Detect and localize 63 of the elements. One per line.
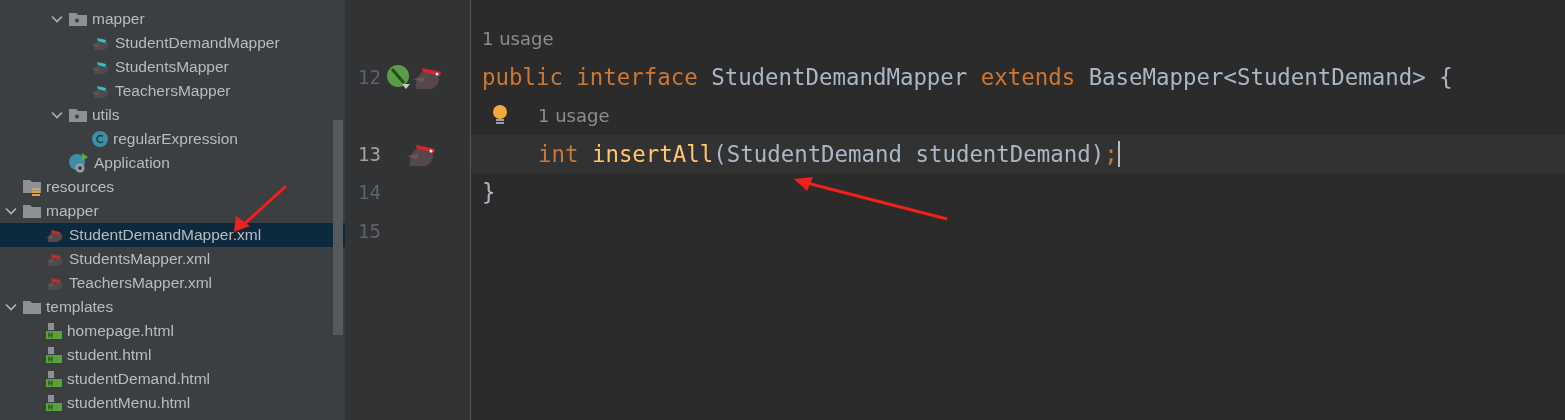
tree-item-label: Application — [94, 154, 170, 172]
html-file-icon — [45, 346, 63, 364]
tree-item-label: StudentDemandMapper.xml — [69, 226, 262, 244]
tree-item-label: templates — [46, 298, 114, 316]
tree-item[interactable]: regularExpression — [0, 127, 345, 151]
code-token: ; — [1104, 140, 1118, 167]
code-token: (StudentDemand studentDemand) — [713, 140, 1105, 167]
code-token: interface — [575, 63, 698, 90]
tree-item-label: StudentsMapper.xml — [69, 250, 211, 268]
implemented-icon[interactable] — [387, 63, 411, 90]
tree-item-label: regularExpression — [113, 130, 238, 148]
tree-item-label: homepage.html — [67, 322, 174, 340]
tree-item-label: TeachersMapper.xml — [69, 274, 212, 292]
tree-item[interactable]: TeachersMapper.xml — [0, 271, 345, 295]
code-token: int — [538, 140, 579, 167]
tree-item[interactable]: utils — [0, 103, 345, 127]
tree-item[interactable]: mapper — [0, 7, 345, 31]
tree-item[interactable]: studentDemand.html — [0, 367, 345, 391]
tree-item-label: studentDemand.html — [67, 370, 211, 388]
tree-item[interactable]: studentMenu.html — [0, 391, 345, 415]
tree-item-label: TeachersMapper — [115, 82, 231, 100]
tree-item[interactable]: student.html — [0, 343, 345, 367]
tree-item[interactable]: Application — [0, 151, 345, 175]
usage-hint[interactable]: 1 usage — [482, 27, 554, 49]
folder-icon — [22, 203, 42, 219]
tree-item[interactable]: TeachersMapper — [0, 79, 345, 103]
tree-item[interactable]: homepage.html — [0, 319, 345, 343]
tree-item[interactable]: StudentDemandMapper.xml — [0, 223, 345, 247]
html-file-icon — [45, 370, 63, 388]
scrollbar[interactable] — [333, 120, 343, 335]
tree-item-label: mapper — [92, 10, 145, 28]
usage-hint[interactable]: 1 usage — [538, 104, 610, 126]
package-icon — [68, 107, 88, 123]
html-file-icon — [45, 394, 63, 412]
tree-item-label: utils — [92, 106, 120, 124]
code-token: insertAll — [590, 140, 714, 167]
tree-item-label: studentMenu.html — [67, 394, 191, 412]
tree-item[interactable]: templates — [0, 295, 345, 319]
code-token: BaseMapper<StudentDemand> — [1087, 63, 1426, 90]
lightbulb-icon[interactable] — [492, 104, 508, 127]
code-token: { — [1438, 63, 1453, 90]
tree-item-label: mapper — [46, 202, 99, 220]
class-icon — [91, 130, 109, 148]
tree-item-label: StudentsMapper — [115, 58, 229, 76]
code-token: } — [482, 179, 496, 206]
package-icon — [68, 11, 88, 27]
tree-item[interactable]: resources — [0, 175, 345, 199]
tree-item[interactable]: StudentsMapper.xml — [0, 247, 345, 271]
app-class-icon — [68, 152, 90, 174]
tree-item-label: StudentDemandMapper — [115, 34, 280, 52]
tree-item-label: resources — [46, 178, 115, 196]
tree-item[interactable]: mapper — [0, 199, 345, 223]
tree-item[interactable]: StudentDemandMapper — [0, 31, 345, 55]
tree-item-label: student.html — [67, 346, 152, 364]
code-token: public — [482, 63, 563, 90]
text-caret — [1117, 140, 1120, 167]
code-token: StudentDemandMapper — [710, 63, 968, 90]
tree-item[interactable]: StudentsMapper — [0, 55, 345, 79]
line-number: 13 — [357, 142, 381, 165]
html-file-icon — [45, 322, 63, 340]
folder-icon — [22, 299, 42, 315]
resources-folder-icon — [22, 178, 42, 196]
code-token: extends — [979, 63, 1076, 90]
